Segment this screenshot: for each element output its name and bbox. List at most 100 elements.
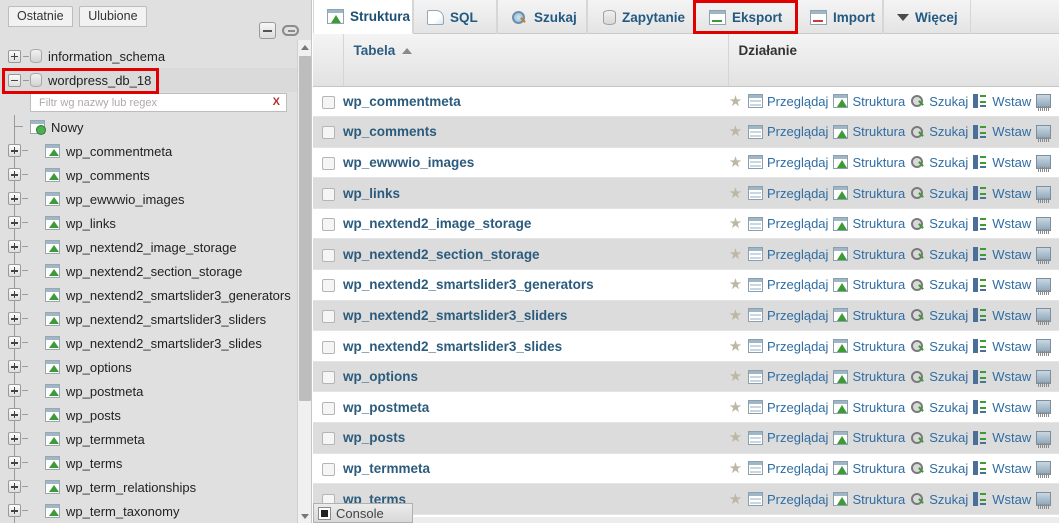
tree-item-new[interactable]: Nowy [0,115,297,139]
tab-wi-cej[interactable]: Więcej [883,0,971,34]
expand-icon[interactable] [8,456,21,469]
browse-link[interactable]: Przeglądaj [748,155,828,170]
tree-item-table[interactable]: wp_ewwwio_images [0,187,297,211]
structure-link[interactable]: Struktura [833,277,905,292]
table-row[interactable]: wp_nextend2_image_storage ★ Przeglądaj Stru… [313,208,1059,240]
row-checkbox-cell[interactable] [313,147,343,179]
expand-icon[interactable] [8,216,21,229]
tree-item-table[interactable]: wp_posts [0,403,297,427]
structure-link[interactable]: Struktura [833,339,905,354]
row-checkbox[interactable] [321,371,335,385]
empty-icon[interactable] [1036,247,1052,265]
empty-icon[interactable] [1036,216,1052,234]
favorite-star-icon[interactable]: ★ [728,277,743,292]
expand-icon[interactable] [8,240,21,253]
row-checkbox[interactable] [321,462,335,476]
structure-link[interactable]: Struktura [833,369,905,384]
row-checkbox-cell[interactable] [313,300,343,332]
row-checkbox-cell[interactable] [313,238,343,271]
tree-item-table[interactable]: wp_options [0,355,297,379]
sidebar-scrollbar[interactable] [297,40,311,523]
table-name-link[interactable]: wp_nextend2_smartslider3_sliders [343,308,567,323]
row-checkbox[interactable] [321,95,335,109]
tree-item-table[interactable]: wp_term_taxonomy [0,499,297,523]
tab-szukaj[interactable]: Szukaj [497,0,587,34]
header-table-name[interactable]: Tabela [343,34,729,87]
row-checkbox-cell[interactable] [313,453,343,485]
insert-link[interactable]: Wstaw [973,492,1031,507]
table-row[interactable]: wp_ewwwio_images ★ Przeglądaj Struktura Szuk… [313,147,1059,179]
table-row[interactable]: wp_nextend2_section_storage ★ Przeglądaj St… [313,238,1059,271]
row-checkbox-cell[interactable] [313,361,343,393]
favorite-star-icon[interactable]: ★ [728,369,743,384]
structure-link[interactable]: Struktura [833,400,905,415]
row-checkbox-cell[interactable] [313,391,343,424]
row-checkbox-cell[interactable] [313,116,343,148]
tab-sql[interactable]: SQL [413,0,497,34]
tab-zapytanie[interactable]: Zapytanie [587,0,695,34]
row-checkbox-cell[interactable] [313,208,343,240]
search-link[interactable]: Szukaj [910,186,968,201]
empty-icon[interactable] [1036,369,1052,387]
expand-icon[interactable] [8,504,21,517]
browse-link[interactable]: Przeglądaj [748,186,828,201]
expand-icon[interactable] [8,408,21,421]
table-name-link[interactable]: wp_links [343,186,400,201]
tree-item-table[interactable]: wp_postmeta [0,379,297,403]
structure-link[interactable]: Struktura [833,186,905,201]
collapse-icon[interactable] [8,73,21,87]
expand-icon[interactable] [8,192,21,205]
browse-link[interactable]: Przeglądaj [748,339,828,354]
table-row[interactable]: wp_postmeta ★ Przeglądaj Struktura Szukaj Wst… [313,391,1059,424]
row-checkbox-cell[interactable] [313,177,343,209]
tree-item-table[interactable]: wp_nextend2_section_storage [0,259,297,283]
browse-link[interactable]: Przeglądaj [748,308,828,323]
expand-icon[interactable] [8,144,21,157]
insert-link[interactable]: Wstaw [973,186,1031,201]
row-checkbox-cell[interactable] [313,86,343,118]
expand-icon[interactable] [8,264,21,277]
browse-link[interactable]: Przeglądaj [748,216,828,231]
row-checkbox-cell[interactable] [313,269,343,301]
table-row[interactable]: wp_nextend2_smartslider3_slides ★ Przegląd… [313,330,1059,362]
browse-link[interactable]: Przeglądaj [748,400,828,415]
tab-eksport[interactable]: Eksport [695,0,796,34]
browse-link[interactable]: Przeglądaj [748,492,828,507]
table-row[interactable]: wp_termmeta ★ Przeglądaj Struktura Szukaj Wst… [313,453,1059,485]
tree-item-table[interactable]: wp_nextend2_smartslider3_sliders [0,307,297,331]
structure-link[interactable]: Struktura [833,430,905,445]
browse-link[interactable]: Przeglądaj [748,94,828,109]
empty-icon[interactable] [1036,430,1052,448]
table-name-link[interactable]: wp_termmeta [343,461,430,476]
tree-item-table[interactable]: wp_termmeta [0,427,297,451]
row-checkbox-cell[interactable] [313,330,343,362]
browse-link[interactable]: Przeglądaj [748,430,828,445]
empty-icon[interactable] [1036,186,1052,204]
table-row[interactable]: wp_comments ★ Przeglądaj Struktura Szukaj Wst… [313,116,1059,148]
structure-link[interactable]: Struktura [833,461,905,476]
browse-link[interactable]: Przeglądaj [748,369,828,384]
search-link[interactable]: Szukaj [910,461,968,476]
expand-icon[interactable] [8,168,21,181]
search-link[interactable]: Szukaj [910,400,968,415]
structure-link[interactable]: Struktura [833,124,905,139]
table-name-link[interactable]: wp_nextend2_smartslider3_slides [343,339,562,354]
sort-ascending-icon[interactable] [402,48,413,55]
search-link[interactable]: Szukaj [910,430,968,445]
search-link[interactable]: Szukaj [910,216,968,231]
tree-item-wordpress-db-18[interactable]: wordpress_db_18 [0,68,297,92]
insert-link[interactable]: Wstaw [973,124,1031,139]
empty-icon[interactable] [1036,155,1052,173]
expand-icon[interactable] [8,432,21,445]
empty-icon[interactable] [1036,308,1052,326]
empty-icon[interactable] [1036,461,1052,479]
table-row[interactable]: wp_links ★ Przeglądaj Struktura Szukaj Wstaw [313,177,1059,209]
favorite-star-icon[interactable]: ★ [728,430,743,445]
tree-item-information-schema[interactable]: information_schema [0,44,297,68]
empty-icon[interactable] [1036,94,1052,112]
table-name-link[interactable]: wp_commentmeta [343,94,461,109]
clear-filter-icon[interactable]: X [273,96,280,108]
scrollbar-thumb[interactable] [299,56,311,401]
search-link[interactable]: Szukaj [910,155,968,170]
structure-link[interactable]: Struktura [833,492,905,507]
